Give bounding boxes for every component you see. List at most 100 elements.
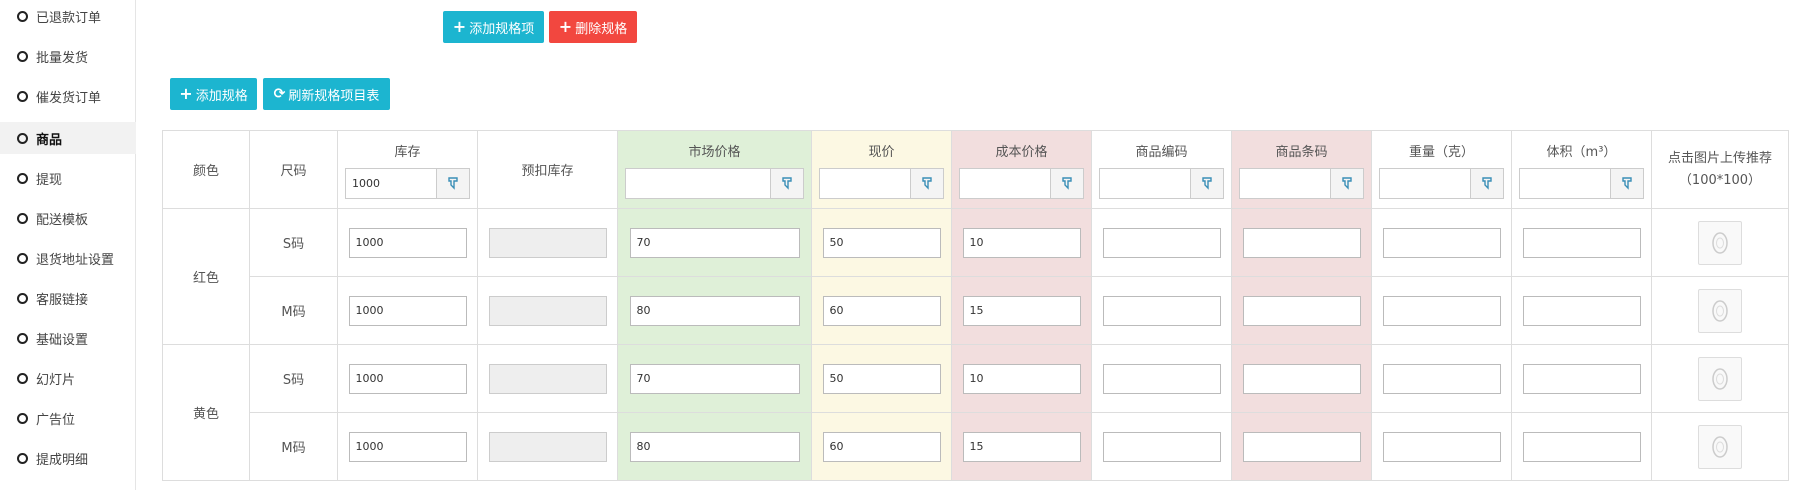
- header-size: 尺码: [249, 130, 338, 209]
- cell-image: [1651, 344, 1789, 413]
- sidebar-item-label: 广告位: [36, 412, 76, 428]
- batch-product-code-input[interactable]: [1099, 167, 1190, 199]
- volume-input[interactable]: [1522, 295, 1641, 326]
- batch-cost-price-apply-button[interactable]: [1050, 167, 1084, 199]
- stock-input[interactable]: [348, 227, 467, 258]
- batch-barcode-input[interactable]: [1239, 167, 1330, 199]
- sidebar-item-label: 客服链接: [36, 292, 89, 308]
- weight-input[interactable]: [1382, 431, 1501, 462]
- barcode-input[interactable]: [1242, 363, 1361, 394]
- stock-input[interactable]: [348, 431, 467, 462]
- cell-cost-price: [951, 208, 1092, 277]
- sidebar-item-withdraw[interactable]: 提现: [0, 162, 136, 194]
- circle-icon: [17, 412, 28, 424]
- current-price-input[interactable]: [822, 295, 941, 326]
- cell-size: S码: [249, 344, 338, 413]
- sidebar-item-shipping-template[interactable]: 配送模板: [0, 202, 136, 234]
- batch-cost-price-input[interactable]: [959, 167, 1050, 199]
- sidebar-item-urge-orders[interactable]: 催发货订单: [0, 80, 136, 112]
- cell-size: S码: [249, 208, 338, 277]
- batch-volume-input[interactable]: [1519, 167, 1610, 199]
- batch-current-price-input[interactable]: [819, 167, 910, 199]
- batch-market-price-apply-button[interactable]: [770, 167, 804, 199]
- product-code-input[interactable]: [1102, 363, 1221, 394]
- cell-image: [1651, 412, 1789, 481]
- current-price-input[interactable]: [822, 363, 941, 394]
- batch-stock-apply-button[interactable]: [436, 167, 470, 199]
- cell-stock: [337, 276, 478, 345]
- cell-volume: [1511, 276, 1652, 345]
- barcode-input[interactable]: [1242, 295, 1361, 326]
- sidebar-item-batch-ship[interactable]: 批量发货: [0, 40, 136, 72]
- sidebar-item-refunded-orders[interactable]: 已退款订单: [0, 0, 136, 32]
- image-upload-button[interactable]: [1698, 356, 1742, 401]
- image-upload-button[interactable]: [1698, 220, 1742, 265]
- refresh-spec-table-button[interactable]: ⟳ 刷新规格项目表: [263, 78, 390, 110]
- batch-market-price-input[interactable]: [625, 167, 770, 199]
- batch-weight-apply-button[interactable]: [1470, 167, 1504, 199]
- sidebar-item-label: 退货地址设置: [36, 252, 115, 268]
- current-price-input[interactable]: [822, 431, 941, 462]
- sidebar-item-return-address[interactable]: 退货地址设置: [0, 242, 136, 274]
- sidebar-item-service-link[interactable]: 客服链接: [0, 282, 136, 314]
- market-price-input[interactable]: [629, 227, 800, 258]
- volume-input[interactable]: [1522, 431, 1641, 462]
- batch-market-price: [625, 167, 804, 199]
- add-spec-item-button[interactable]: + 添加规格项: [443, 11, 544, 43]
- volume-input[interactable]: [1522, 363, 1641, 394]
- batch-product-code-apply-button[interactable]: [1190, 167, 1224, 199]
- cost-price-input[interactable]: [962, 295, 1081, 326]
- image-placeholder-icon: [1712, 231, 1728, 254]
- header-cost-price-label: 成本价格: [995, 144, 1048, 160]
- barcode-input[interactable]: [1242, 227, 1361, 258]
- cell-product-code: [1091, 208, 1232, 277]
- circle-icon: [17, 252, 28, 264]
- sidebar-item-slides[interactable]: 幻灯片: [0, 362, 136, 394]
- sidebar-item-commission[interactable]: 提成明细: [0, 442, 136, 474]
- add-spec-button[interactable]: + 添加规格: [170, 78, 257, 110]
- cell-reserved-stock: [477, 412, 618, 481]
- weight-input[interactable]: [1382, 295, 1501, 326]
- cost-price-input[interactable]: [962, 227, 1081, 258]
- product-code-input[interactable]: [1102, 227, 1221, 258]
- volume-input[interactable]: [1522, 227, 1641, 258]
- batch-barcode-apply-button[interactable]: [1330, 167, 1364, 199]
- weight-input[interactable]: [1382, 363, 1501, 394]
- sidebar-item-basic-settings[interactable]: 基础设置: [0, 322, 136, 354]
- batch-apply-icon: [782, 177, 792, 190]
- product-code-input[interactable]: [1102, 431, 1221, 462]
- circle-icon: [17, 372, 28, 384]
- image-upload-button[interactable]: [1698, 424, 1742, 469]
- batch-apply-icon: [1622, 177, 1632, 190]
- cell-market-price: [617, 412, 812, 481]
- delete-spec-button[interactable]: + 删除规格: [549, 11, 637, 43]
- product-code-input[interactable]: [1102, 295, 1221, 326]
- market-price-input[interactable]: [629, 295, 800, 326]
- cost-price-input[interactable]: [962, 431, 1081, 462]
- cell-color: 黄色: [162, 344, 250, 481]
- stock-input[interactable]: [348, 363, 467, 394]
- sidebar-item-ad-slots[interactable]: 广告位: [0, 402, 136, 434]
- cell-cost-price: [951, 344, 1092, 413]
- reserved-stock-input: [488, 431, 607, 462]
- cell-market-price: [617, 344, 812, 413]
- barcode-input[interactable]: [1242, 431, 1361, 462]
- table-header-row: 颜色 尺码 库存 预扣库存 市场价格: [162, 130, 1789, 209]
- weight-input[interactable]: [1382, 227, 1501, 258]
- circle-icon: [17, 292, 28, 304]
- image-upload-button[interactable]: [1698, 288, 1742, 333]
- header-weight: 重量（克）: [1371, 130, 1512, 209]
- batch-volume-apply-button[interactable]: [1610, 167, 1644, 199]
- market-price-input[interactable]: [629, 431, 800, 462]
- batch-apply-icon: [1202, 177, 1212, 190]
- market-price-input[interactable]: [629, 363, 800, 394]
- batch-stock-input[interactable]: [345, 167, 436, 199]
- stock-input[interactable]: [348, 295, 467, 326]
- header-image-tip: 点击图片上传推荐（100*100）: [1667, 150, 1772, 188]
- cell-current-price: [811, 208, 952, 277]
- cost-price-input[interactable]: [962, 363, 1081, 394]
- sidebar-item-products[interactable]: 商品: [0, 122, 136, 154]
- batch-weight-input[interactable]: [1379, 167, 1470, 199]
- current-price-input[interactable]: [822, 227, 941, 258]
- batch-current-price-apply-button[interactable]: [910, 167, 944, 199]
